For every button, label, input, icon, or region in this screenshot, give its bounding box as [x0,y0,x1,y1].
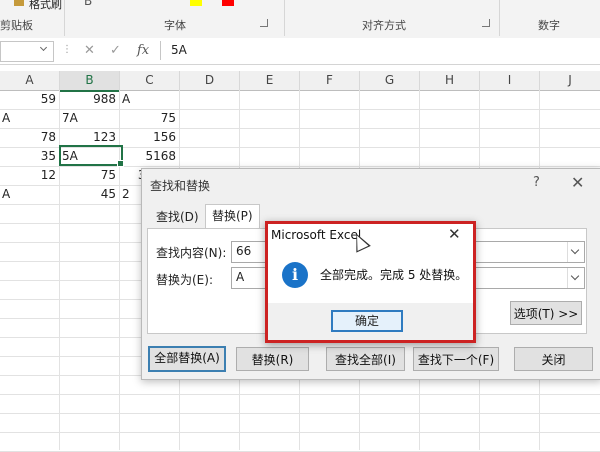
chevron-down-icon[interactable] [567,268,584,288]
cell-c4[interactable]: 5168 [120,147,176,166]
formula-bar: ⋮ ✕ ✓ fx 5A [0,38,600,65]
cell-a4[interactable]: 35 [0,147,56,166]
brush-icon [14,0,24,6]
format-painter-button[interactable]: 格式刷 [14,0,74,11]
column-header-a[interactable]: A [0,71,60,91]
formula-input[interactable]: 5A [160,41,600,60]
active-cell-outline [59,145,123,166]
column-header-i[interactable]: I [480,71,540,91]
cell-b2[interactable]: 7A [62,109,118,128]
cell-c1[interactable]: A [122,90,178,109]
alignment-launcher-icon[interactable] [482,19,490,27]
dialog-title: 查找和替换 [150,179,211,193]
cell-c2[interactable]: 75 [120,109,176,128]
ok-button[interactable]: 确定 [331,310,403,332]
cell-a5[interactable]: 12 [0,166,56,185]
cell-a6[interactable]: A [2,185,58,204]
cancel-icon[interactable]: ✕ [84,43,95,58]
message-text: 全部完成。完成 5 处替换。 [320,268,468,282]
enter-icon[interactable]: ✓ [110,43,121,58]
column-header-f[interactable]: F [300,71,360,91]
name-box[interactable] [0,41,54,62]
cell-a3[interactable]: 78 [0,128,56,147]
column-header-h[interactable]: H [420,71,480,91]
font-launcher-icon[interactable] [260,19,268,27]
chevron-down-icon[interactable] [567,242,584,262]
cell-b6[interactable]: 45 [60,185,116,204]
bold-icon[interactable]: B [84,0,92,8]
group-label-clipboard: 剪贴板 [0,19,33,32]
table-row: A 7A 75 [0,109,600,129]
replace-button[interactable]: 替换(R) [236,347,309,371]
dialog-close-button[interactable]: 关闭 [514,347,593,371]
find-next-button[interactable]: 查找下一个(F) [413,347,499,371]
tab-replace[interactable]: 替换(P) [205,204,260,230]
column-header-e[interactable]: E [240,71,300,91]
tab-find[interactable]: 查找(D) [150,206,205,228]
message-box-title: Microsoft Excel [271,228,362,242]
options-button[interactable]: 选项(T) >> [510,301,582,325]
column-header-j[interactable]: J [540,71,600,91]
cell-a2[interactable]: A [2,109,58,128]
find-all-button[interactable]: 查找全部(I) [326,347,405,371]
cell-b1[interactable]: 988 [60,90,116,109]
insert-function-icon[interactable]: fx [137,43,149,58]
help-button[interactable]: ? [533,175,540,190]
message-box-titlebar: Microsoft Excel ✕ [268,224,473,246]
find-label: 查找内容(N): [156,246,227,260]
more-icon: ⋮ [62,44,72,55]
cell-c6[interactable]: 2 [122,185,142,204]
group-label-number: 数字 [538,19,560,32]
info-icon: i [282,262,308,288]
message-body: i 全部完成。完成 5 处替换。 [268,246,473,303]
group-label-alignment: 对齐方式 [362,19,406,32]
column-header-b[interactable]: B [60,71,120,92]
column-header-d[interactable]: D [180,71,240,91]
fill-handle[interactable] [117,160,124,167]
cell-c3[interactable]: 156 [120,128,176,147]
group-label-font: 字体 [164,19,186,32]
column-header-g[interactable]: G [360,71,420,91]
message-box: Microsoft Excel ✕ i 全部完成。完成 5 处替换。 确定 [265,221,476,343]
highlight-color-button[interactable] [190,0,202,6]
ribbon: 格式刷 剪贴板 B 字体 对齐方式 数字 [0,0,600,39]
cell-b5[interactable]: 75 [60,166,116,185]
table-row: 59 988 A [0,90,600,110]
replace-all-button[interactable]: 全部替换(A) [148,346,226,372]
cell-a1[interactable]: 59 [0,90,56,109]
close-icon[interactable]: ✕ [571,173,584,192]
column-header-c[interactable]: C [120,71,180,91]
replace-label: 替换为(E): [156,273,213,287]
close-icon[interactable]: ✕ [448,225,461,243]
chevron-down-icon [39,43,48,52]
font-color-button[interactable] [222,0,234,6]
